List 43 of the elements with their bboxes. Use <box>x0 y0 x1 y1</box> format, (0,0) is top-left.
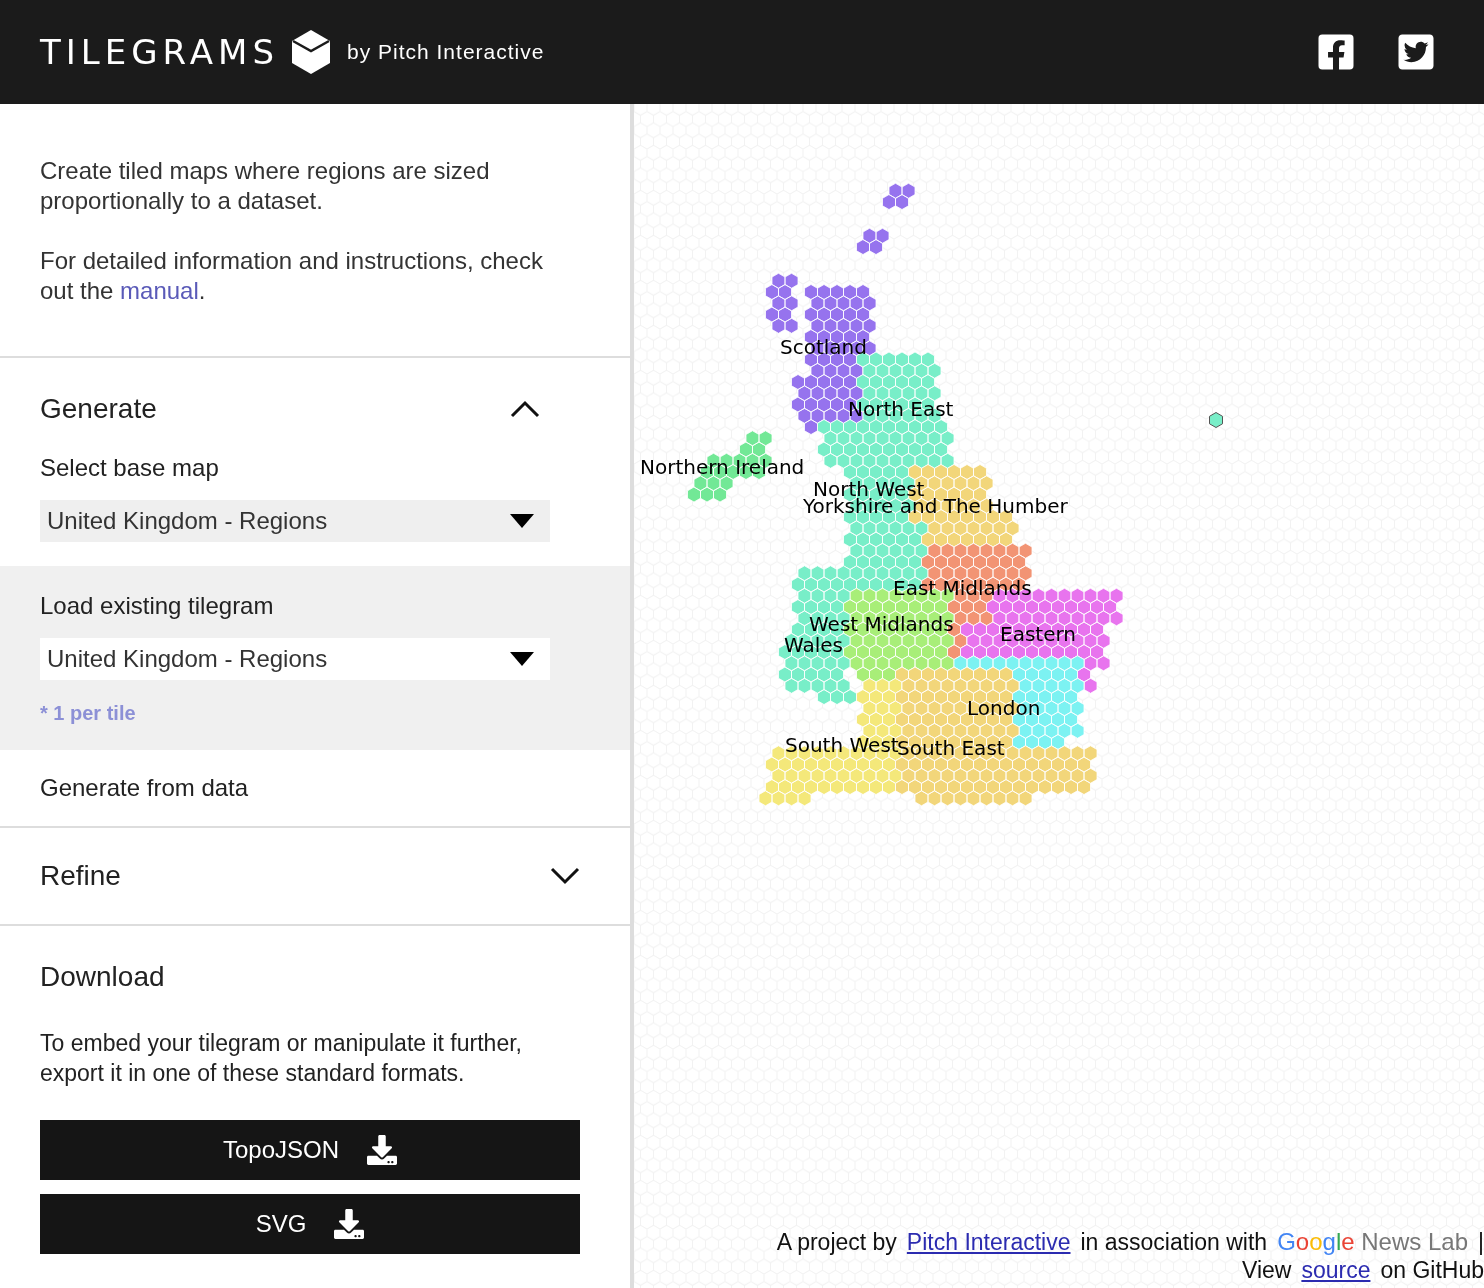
site-title[interactable]: TILEGRAMS <box>40 26 279 78</box>
chevron-up-icon[interactable] <box>510 400 540 418</box>
download-description: To embed your tilegram or manipulate it further, export it in one of these standard formats. <box>40 1029 523 1088</box>
caret-icon <box>510 652 534 666</box>
manual-link[interactable]: manual <box>120 277 199 304</box>
source-link[interactable]: source <box>1301 1256 1371 1284</box>
region-label: South West <box>785 732 899 759</box>
region-label: East Midlands <box>893 575 1032 602</box>
pitch-link[interactable]: Pitch Interactive <box>906 1228 1071 1256</box>
field-label: Select base map <box>40 453 220 483</box>
map-select[interactable]: United Kingdom - Regions <box>40 500 550 542</box>
section-title: Download <box>40 960 166 994</box>
credit-text: in association with <box>1080 1228 1268 1256</box>
intro-text: Create tiled maps where regions are sized proportionally to a dataset. <box>40 156 491 216</box>
region-label: Eastern <box>1000 621 1076 648</box>
map-select[interactable]: United Kingdom - Regions <box>40 638 550 680</box>
credit-text: on GitHub <box>1380 1256 1484 1284</box>
download-button[interactable]: SVG <box>40 1194 580 1254</box>
region-label: Scotland <box>780 334 867 361</box>
download-button[interactable]: TopoJSON <box>40 1120 580 1180</box>
option-label: Load existing tilegram <box>40 591 275 621</box>
tile-note: * 1 per tile <box>40 701 137 726</box>
region-label: North East <box>848 396 954 423</box>
stray-tile <box>1209 412 1223 428</box>
section-title[interactable]: Refine <box>40 855 121 897</box>
chevron-down-icon[interactable] <box>550 867 580 885</box>
download-icon <box>367 1135 398 1165</box>
credit-text: A project by <box>776 1228 897 1256</box>
download-icon <box>334 1209 365 1239</box>
credit-text: View <box>1241 1256 1292 1284</box>
manual-text: For detailed information and instructions, check out the manual. <box>40 246 544 306</box>
partner-logo[interactable]: Google News Lab <box>1277 1228 1468 1256</box>
facebook-icon[interactable] <box>1316 32 1356 72</box>
caret-icon <box>510 514 534 528</box>
cube-logo-icon <box>291 29 331 75</box>
region-label: South East <box>897 735 1005 762</box>
separator: | <box>1478 1228 1484 1256</box>
byline: by Pitch Interactive <box>347 39 545 66</box>
twitter-icon[interactable] <box>1396 32 1436 72</box>
region-label: London <box>967 695 1041 722</box>
option-label: Generate from data <box>40 773 250 803</box>
section-title[interactable]: Generate <box>40 388 157 430</box>
option-panel[interactable]: Load existing tilegram United Kingdom - Regions * 1 per tile <box>0 566 630 750</box>
